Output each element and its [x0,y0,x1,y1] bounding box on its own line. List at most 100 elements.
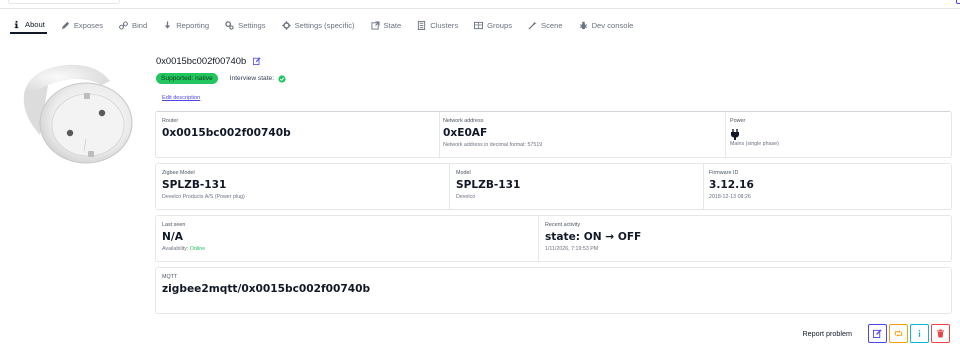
mqtt-label: MQTT [162,274,178,280]
divider [538,216,539,261]
tab-clusters[interactable]: Clusters [415,16,460,34]
delete-button[interactable] [931,324,950,343]
tab-label: Bind [132,20,148,30]
firmware-label: Firmware ID [709,170,739,176]
tab-dev-console[interactable]: Dev console [577,16,636,34]
edit-icon [873,329,882,338]
zigbee-model-label: Zigbee Model [162,170,195,176]
server-icon [417,20,426,30]
zigbee-model-vendor: Develco Products A/S (Power plug) [162,194,245,200]
tab-label: State [383,20,402,30]
zigbee-model-cell: Zigbee Model SPLZB-131 Develco Products … [162,170,245,200]
tab-label: Settings [238,20,266,30]
bug-icon [579,21,588,30]
tab-label: About [25,19,45,29]
availability-status: Online [189,246,206,252]
interview-state: Interview state: [229,74,286,83]
external-link-icon [370,20,380,30]
availability-label: Availability: [162,246,189,252]
last-seen-cell: Last seen N/A Availability: Online [162,222,205,252]
divider [725,112,726,157]
supported-badge: Supported: native [156,73,218,84]
tab-label: Clusters [430,20,459,30]
router-value: 0x0015bc002f00740b [162,127,291,139]
activity-card: Last seen N/A Availability: Online Recen… [155,215,952,262]
reconfigure-button[interactable] [889,324,908,343]
retweet-icon [894,330,903,337]
network-address-decimal: Network address in decimal format: 57519 [443,142,543,148]
top-bar [0,0,960,9]
power-label: Power [730,118,746,124]
model-cell: Model SPLZB-131 Develco [456,170,520,200]
pencil-icon [61,21,70,30]
tab-settings-specific[interactable]: Settings (specific) [280,16,357,34]
interview-label: Interview state: [229,75,275,82]
power-source: Mains (single phase) [730,141,779,147]
tab-label: Groups [487,20,513,30]
info-icon [12,20,21,29]
tab-label: Dev console [591,20,634,30]
network-address-label: Network address [443,118,484,124]
mqtt-card: MQTT zigbee2mqtt/0x0015bc002f00740b [155,267,952,314]
network-address-cell: Network address 0xE0AF Network address i… [443,118,542,148]
plug-icon [730,127,740,140]
report-problem-link[interactable]: Report problem [802,329,852,338]
last-seen-value: N/A [162,231,183,243]
edit-name-icon[interactable] [253,56,261,65]
tab-settings[interactable]: Settings [223,16,267,34]
gear-icon [281,20,291,30]
network-address-value: 0xE0AF [443,127,488,139]
model-label: Model [456,170,471,176]
tab-label: Settings (specific) [294,20,355,30]
tab-label: Scene [541,20,563,30]
model-value: SPLZB-131 [456,179,521,191]
tab-bind[interactable]: Bind [117,16,149,34]
availability: Availability: Online [162,246,205,252]
info-icon [918,329,921,337]
download-icon [163,20,172,30]
tab-state[interactable]: State [369,16,404,34]
tab-label: Reporting [176,20,210,30]
recent-activity-time: 1/11/2026, 7:19:53 PM [545,246,599,252]
status-row: Supported: native Interview state: [156,73,286,84]
router-cell: Router 0x0015bc002f00740b [162,118,291,139]
tab-exposes[interactable]: Exposes [59,16,105,34]
top-bar-corner-button[interactable] [956,0,960,4]
tab-groups[interactable]: Groups [472,16,514,34]
top-bar-element [8,0,120,4]
router-label: Router [162,118,179,124]
action-bar: Report problem [802,324,950,343]
recent-activity-label: Recent activity [545,222,581,228]
recent-activity-cell: Recent activity state: ON → OFF 1/11/202… [545,222,641,252]
zigbee-model-value: SPLZB-131 [162,179,227,191]
last-seen-label: Last seen [162,222,186,228]
device-tabs: About Exposes Bind Reporting Settings Se… [10,16,647,34]
firmware-date: 2018-12-13 08:26 [709,194,751,200]
rename-button[interactable] [868,324,887,343]
firmware-cell: Firmware ID 3.12.16 2018-12-13 08:26 [709,170,754,200]
table-icon [474,21,484,30]
power-cell: Power Mains (single phase) [730,118,779,147]
recent-activity-value: state: ON → OFF [545,231,642,243]
device-title: 0x0015bc002f00740b [156,55,261,66]
divider [703,164,704,209]
router-card: Router 0x0015bc002f00740b Network addres… [155,111,952,158]
mqtt-cell: MQTT zigbee2mqtt/0x0015bc002f00740b [162,274,370,295]
interview-button[interactable] [910,324,929,343]
tab-reporting[interactable]: Reporting [161,16,211,34]
model-vendor: Develco [456,194,476,200]
model-card: Zigbee Model SPLZB-131 Develco Products … [155,163,952,210]
link-icon [119,20,128,30]
check-circle-icon [278,74,286,83]
edit-description-link[interactable]: Edit description [162,95,200,101]
device-friendly-name: 0x0015bc002f00740b [156,55,247,66]
firmware-value: 3.12.16 [709,179,754,191]
trash-icon [936,329,945,338]
divider [449,164,450,209]
tab-scene[interactable]: Scene [526,16,565,34]
device-image [18,55,136,167]
cogs-icon [225,20,234,30]
divider [439,112,440,157]
mqtt-topic: zigbee2mqtt/0x0015bc002f00740b [162,283,371,295]
tab-about[interactable]: About [10,16,47,34]
